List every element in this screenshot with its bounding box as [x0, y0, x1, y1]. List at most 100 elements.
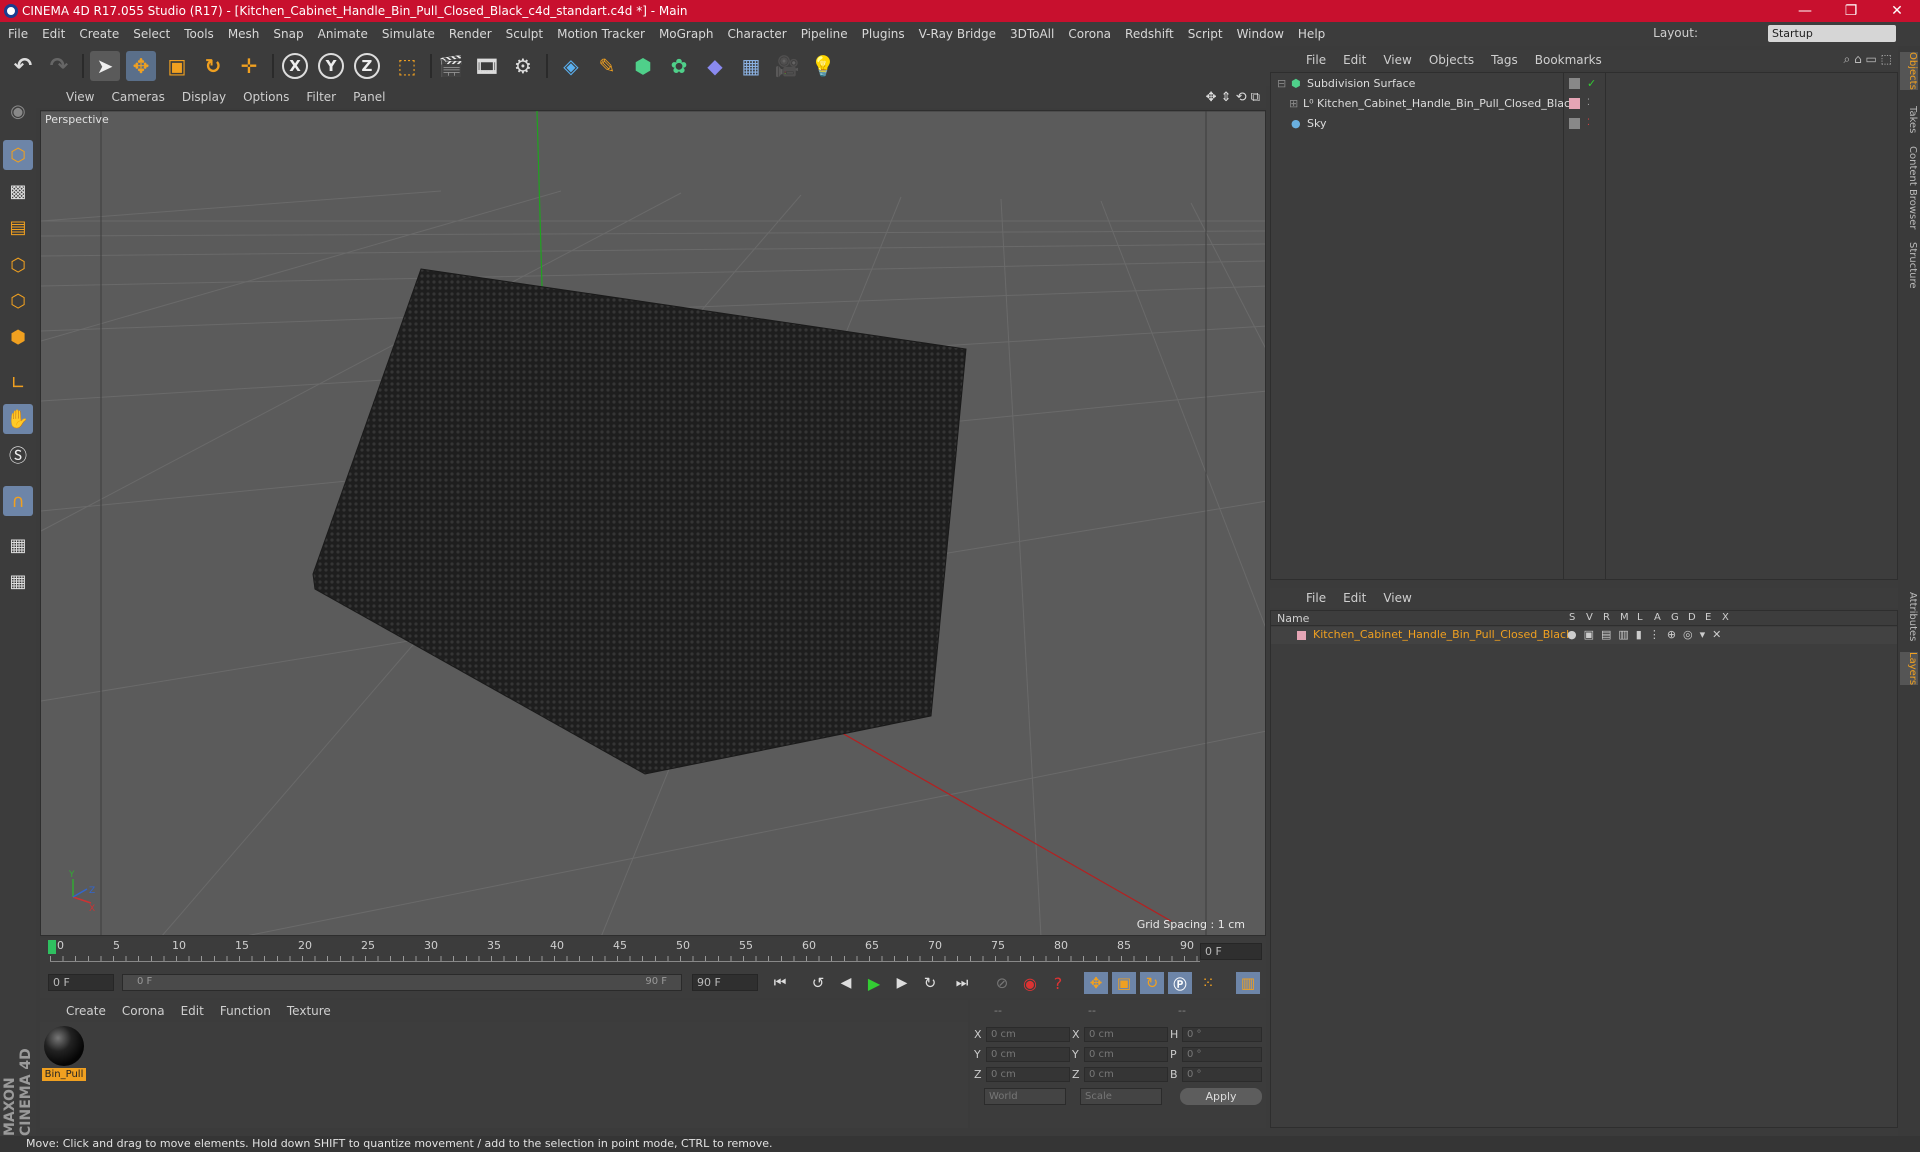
rotate-icon[interactable]: ↻	[198, 51, 228, 81]
start-frame-field[interactable]: 0 F	[48, 974, 114, 991]
viewport-menu-options[interactable]: Options	[243, 90, 289, 104]
locked-workplane-icon[interactable]: ▦	[3, 530, 33, 560]
layers-menu-view[interactable]: View	[1383, 591, 1411, 605]
select-arrow-icon[interactable]: ➤	[90, 51, 120, 81]
position-x-field[interactable]: 0 cm	[986, 1027, 1070, 1042]
objects-menu-file[interactable]: File	[1306, 53, 1326, 67]
position-z-field[interactable]: 0 cm	[986, 1067, 1070, 1082]
menu-pipeline[interactable]: Pipeline	[801, 27, 848, 41]
menu-select[interactable]: Select	[133, 27, 170, 41]
tab-takes[interactable]: Takes	[1900, 106, 1918, 133]
mograph-cloner-icon[interactable]: ✿	[664, 51, 694, 81]
record-keyframe-icon[interactable]: ◉	[1018, 972, 1042, 994]
menu-edit[interactable]: Edit	[42, 27, 65, 41]
apply-button[interactable]: Apply	[1180, 1088, 1262, 1105]
workplane-mode-icon[interactable]: ▤	[3, 212, 33, 242]
layers-menu-file[interactable]: File	[1306, 591, 1326, 605]
menu-character[interactable]: Character	[727, 27, 786, 41]
menu-script[interactable]: Script	[1188, 27, 1223, 41]
menu-vray-bridge[interactable]: V-Ray Bridge	[919, 27, 996, 41]
model-mode-icon[interactable]: ⬡	[3, 140, 33, 170]
timeline-ruler[interactable]: 0 5 10 15 20 25 30 35 40 45 50 55 60 65 …	[40, 938, 1266, 966]
tab-content-browser[interactable]: Content Browser	[1900, 146, 1918, 229]
viewport-navigation-icons[interactable]: ✥ ⇕ ⟲ ⧉	[1206, 90, 1260, 105]
viewport-menu-view[interactable]: View	[66, 90, 94, 104]
edges-mode-icon[interactable]: ⬡	[3, 286, 33, 316]
layer-color-swatch[interactable]	[1297, 631, 1306, 640]
menu-corona[interactable]: Corona	[1068, 27, 1111, 41]
objects-menu-view[interactable]: View	[1383, 53, 1411, 67]
go-to-end-icon[interactable]: ⏭	[948, 972, 976, 994]
playhead-marker[interactable]	[48, 940, 56, 954]
menu-create[interactable]: Create	[79, 27, 119, 41]
object-manager-nav-icons[interactable]: ⌕ ⌂ ▭ ⬚	[1844, 52, 1892, 67]
object-row[interactable]: ⊞ L⁰ Kitchen_Cabinet_Handle_Bin_Pull_Clo…	[1271, 94, 1895, 113]
previous-keyframe-icon[interactable]: ↺	[806, 972, 830, 994]
visibility-dots[interactable]: ⁚	[1587, 94, 1590, 113]
autokey-icon[interactable]: ?	[1046, 972, 1070, 994]
end-frame-field[interactable]: 90 F	[692, 974, 758, 991]
layer-color-swatch[interactable]	[1569, 98, 1580, 109]
size-z-field[interactable]: 0 cm	[1084, 1067, 1168, 1082]
cube-primitive-icon[interactable]: ◈	[556, 51, 586, 81]
menu-render[interactable]: Render	[449, 27, 492, 41]
x-axis-lock-button[interactable]: X	[282, 53, 308, 79]
tab-objects[interactable]: Objects	[1900, 52, 1918, 90]
maximize-button[interactable]: ❐	[1828, 0, 1874, 22]
subdivision-generator-icon[interactable]: ⬢	[628, 51, 658, 81]
menu-window[interactable]: Window	[1237, 27, 1284, 41]
menu-help[interactable]: Help	[1298, 27, 1325, 41]
expand-icon[interactable]: ⊞	[1289, 94, 1298, 113]
minimize-button[interactable]: —	[1782, 0, 1828, 22]
keyframe-position-icon[interactable]: ✥	[1084, 972, 1108, 994]
texture-mode-icon[interactable]: ▩	[3, 176, 33, 206]
frame-range-slider[interactable]: 0 F 90 F	[122, 974, 682, 991]
menu-redshift[interactable]: Redshift	[1125, 27, 1174, 41]
viewport-3d[interactable]: Y Z X Perspective Grid Spacing : 1 cm	[40, 110, 1266, 936]
planar-workplane-icon[interactable]: ▦	[3, 566, 33, 596]
render-settings-icon[interactable]: ⚙	[508, 51, 538, 81]
menu-mograph[interactable]: MoGraph	[659, 27, 714, 41]
object-row[interactable]: ● Sky ⁚	[1271, 114, 1895, 133]
menu-file[interactable]: File	[8, 27, 28, 41]
redo-icon[interactable]: ↷	[44, 51, 74, 81]
material-menu-create[interactable]: Create	[66, 1004, 106, 1018]
play-icon[interactable]: ▶	[862, 972, 886, 994]
size-y-field[interactable]: 0 cm	[1084, 1047, 1168, 1062]
menu-animate[interactable]: Animate	[318, 27, 368, 41]
enabled-check-icon[interactable]: ✓	[1587, 74, 1596, 93]
object-name[interactable]: Subdivision Surface	[1307, 74, 1415, 93]
layout-select[interactable]: Startup	[1768, 25, 1896, 42]
coordinate-system-icon[interactable]: ⬚	[392, 51, 422, 81]
close-button[interactable]: ✕	[1874, 0, 1920, 22]
keyframe-scale-icon[interactable]: ▣	[1112, 972, 1136, 994]
timeline-window-icon[interactable]: ▥	[1236, 972, 1260, 994]
next-keyframe-icon[interactable]: ↻	[918, 972, 942, 994]
layer-row[interactable]: Kitchen_Cabinet_Handle_Bin_Pull_Closed_B…	[1271, 627, 1897, 644]
light-icon[interactable]: 💡	[808, 51, 838, 81]
viewport-menu-cameras[interactable]: Cameras	[111, 90, 164, 104]
pen-spline-icon[interactable]: ✎	[592, 51, 622, 81]
deformer-icon[interactable]: ◆	[700, 51, 730, 81]
material-menu-corona[interactable]: Corona	[122, 1004, 165, 1018]
keyframe-rotation-icon[interactable]: ↻	[1140, 972, 1164, 994]
object-name[interactable]: Sky	[1307, 114, 1326, 133]
floor-scene-icon[interactable]: ▦	[736, 51, 766, 81]
polygons-mode-icon[interactable]: ⬢	[3, 322, 33, 352]
objects-menu-objects[interactable]: Objects	[1429, 53, 1474, 67]
rotation-b-field[interactable]: 0 °	[1182, 1067, 1262, 1082]
menu-snap[interactable]: Snap	[273, 27, 303, 41]
layer-color-swatch[interactable]	[1569, 118, 1580, 129]
viewport-camera-label[interactable]: Perspective	[45, 113, 109, 126]
layer-name[interactable]: Kitchen_Cabinet_Handle_Bin_Pull_Closed_B…	[1313, 628, 1572, 641]
scale-icon[interactable]: ▣	[162, 51, 192, 81]
objects-menu-edit[interactable]: Edit	[1343, 53, 1366, 67]
viewport-menu-panel[interactable]: Panel	[353, 90, 385, 104]
menu-3dtoall[interactable]: 3DToAll	[1010, 27, 1054, 41]
camera-icon[interactable]: 🎥	[772, 51, 802, 81]
current-frame-field[interactable]: 0 F	[1200, 943, 1262, 960]
tab-layers[interactable]: Layers	[1900, 652, 1918, 686]
objects-menu-bookmarks[interactable]: Bookmarks	[1535, 53, 1602, 67]
menu-motion-tracker[interactable]: Motion Tracker	[557, 27, 645, 41]
points-mode-icon[interactable]: ⬡	[3, 250, 33, 280]
